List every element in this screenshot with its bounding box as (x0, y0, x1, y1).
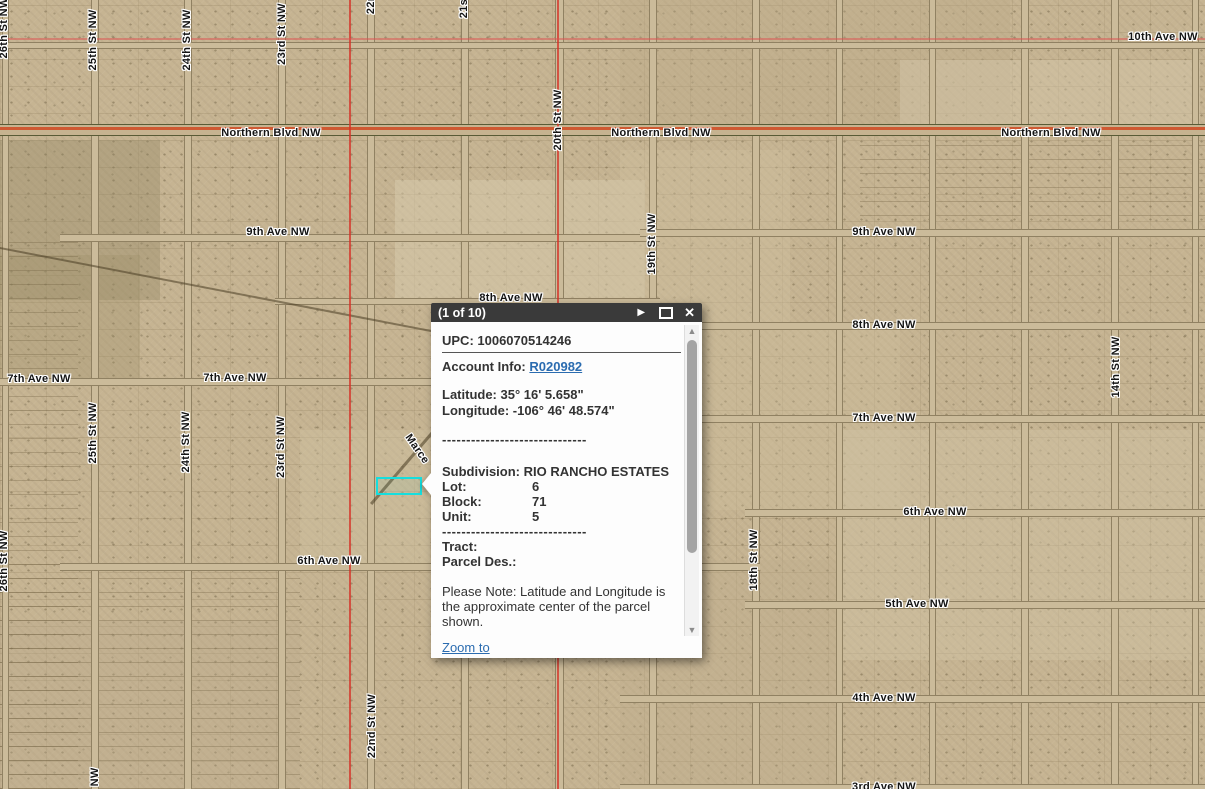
street-label: Northern Blvd NW (611, 127, 711, 139)
street-label: 6th Ave NW (903, 506, 966, 518)
street-label: 20th St NW (552, 89, 564, 150)
street-label: 25th St NW (87, 402, 99, 463)
section-line (349, 0, 351, 789)
block-value: 71 (532, 494, 546, 509)
popup-callout-pointer (422, 473, 431, 495)
street-label: 21st St NW (458, 0, 470, 18)
street-label: 24th St NW (180, 411, 192, 472)
avenue-road (745, 509, 1205, 517)
street-label: 14th St NW (1110, 336, 1122, 397)
street-road (2, 0, 9, 789)
street-label: 8th Ave NW (852, 319, 915, 331)
street-label: 26th St NW (0, 530, 10, 591)
street-label: 3rd Ave NW (852, 781, 916, 789)
popup-scrollbar[interactable]: ▲ ▼ (684, 325, 699, 636)
avenue-road (640, 322, 1205, 330)
scroll-down-icon[interactable]: ▼ (688, 624, 697, 636)
street-road (367, 0, 375, 789)
street-label: 10th Ave NW (1128, 31, 1198, 43)
street-road (278, 0, 286, 789)
street-label: 26th St NW (0, 0, 10, 59)
unit-label: Unit: (442, 509, 532, 524)
street-label: 23rd St NW (275, 416, 287, 478)
parcel-info-popup: (1 of 10) ▶ ✕ UPC: 1006070514246 Account… (431, 303, 702, 658)
unit-row: Unit:5 (442, 509, 680, 524)
street-label: 23rd St NW (276, 3, 288, 65)
popup-title: (1 of 10) (431, 306, 637, 320)
avenue-road (60, 234, 660, 242)
street-label: Northern Blvd NW (221, 127, 321, 139)
street-label: 6th Ave NW (297, 555, 360, 567)
parcel-rows-texture (860, 130, 1205, 230)
map-viewer: 10th Ave NW Northern Blvd NW Northern Blvd… (0, 0, 1205, 789)
subdivision-value: Subdivision: RIO RANCHO ESTATES (442, 464, 680, 479)
street-road (752, 0, 760, 789)
street-road (929, 0, 936, 789)
street-label: 4th Ave NW (852, 692, 915, 704)
popup-titlebar: (1 of 10) ▶ ✕ (431, 303, 702, 322)
street-label: 25th St NW (89, 767, 101, 789)
street-label: 9th Ave NW (852, 226, 915, 238)
street-label: 24th St NW (181, 9, 193, 70)
popup-body: UPC: 1006070514246 Account Info: R020982… (431, 322, 702, 658)
account-info-label: Account Info: (442, 359, 529, 374)
street-label: 7th Ave NW (203, 372, 266, 384)
zoom-to-row: Zoom to (442, 640, 680, 655)
account-info-row: Account Info: R020982 (442, 359, 680, 374)
scrollbar-thumb[interactable] (687, 340, 697, 553)
popup-content: UPC: 1006070514246 Account Info: R020982… (442, 322, 680, 655)
street-label: 9th Ave NW (246, 226, 309, 238)
avenue-road (640, 415, 1205, 423)
street-road (836, 0, 843, 789)
street-label: 7th Ave NW (852, 412, 915, 424)
unit-value: 5 (532, 509, 539, 524)
avenue-road (640, 229, 1205, 237)
longitude-value: Longitude: -106° 46' 48.574" (442, 403, 680, 419)
dashed-separator: ------------------------------ (442, 524, 680, 539)
parcel-rows-texture (0, 560, 300, 789)
latitude-value: Latitude: 35° 16' 5.658" (442, 387, 680, 402)
selected-parcel-outline[interactable] (376, 477, 422, 495)
street-label: 22nd St NW (366, 694, 378, 758)
street-label: 18th St NW (748, 529, 760, 590)
account-info-link[interactable]: R020982 (529, 359, 582, 374)
divider-line (442, 352, 681, 353)
street-road (1021, 0, 1029, 789)
next-result-icon[interactable]: ▶ (637, 307, 645, 318)
dashed-separator: ------------------------------ (442, 432, 680, 447)
block-label: Block: (442, 494, 532, 509)
note-text: Please Note: Latitude and Longitude is t… (442, 584, 680, 629)
scroll-up-icon[interactable]: ▲ (688, 325, 697, 337)
street-road (184, 0, 192, 789)
lot-row: Lot:6 (442, 479, 680, 494)
lot-label: Lot: (442, 479, 532, 494)
maximize-icon[interactable] (659, 307, 673, 319)
street-road (1192, 0, 1199, 789)
street-label: 22nd St NW (365, 0, 377, 14)
block-row: Block:71 (442, 494, 680, 509)
tract-label: Tract: (442, 539, 680, 554)
terrain-patch (900, 60, 1200, 130)
street-label: Northern Blvd NW (1001, 127, 1101, 139)
avenue-road (745, 601, 1205, 609)
street-label: 25th St NW (87, 9, 99, 70)
street-label: 7th Ave NW (7, 373, 70, 385)
close-icon[interactable]: ✕ (684, 305, 695, 321)
upc-value: UPC: 1006070514246 (442, 333, 680, 348)
street-road (91, 0, 99, 789)
lot-value: 6 (532, 479, 539, 494)
street-label: 5th Ave NW (885, 598, 948, 610)
street-label: 19th St NW (646, 213, 658, 274)
zoom-to-link[interactable]: Zoom to (442, 640, 490, 655)
parcel-des-label: Parcel Des.: (442, 554, 680, 569)
